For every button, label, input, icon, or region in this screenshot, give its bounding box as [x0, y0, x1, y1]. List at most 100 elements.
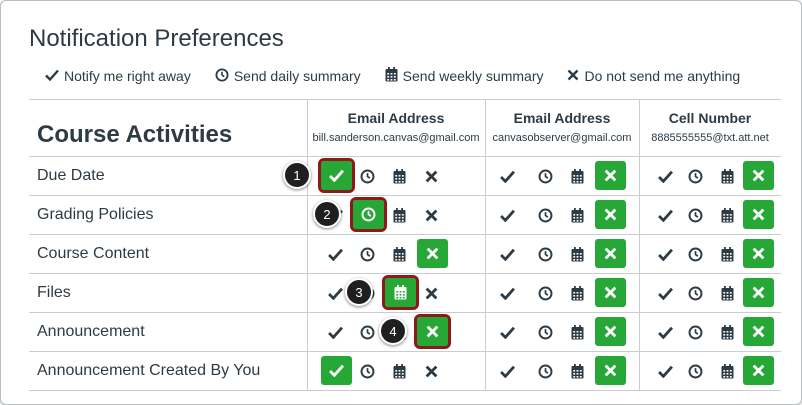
- calendar-icon[interactable]: [568, 245, 586, 263]
- clock-icon[interactable]: [358, 167, 376, 185]
- row-label: Announcement Created By You: [37, 362, 261, 379]
- row-label: Announcement: [37, 323, 145, 340]
- preferences-table: Course Activities Email Address bill.san…: [29, 99, 781, 391]
- clock-icon[interactable]: [536, 245, 554, 263]
- check-icon[interactable]: [498, 167, 516, 185]
- calendar-icon[interactable]: [568, 167, 586, 185]
- option-never-selected-button[interactable]: [743, 356, 774, 385]
- column-address: 8885555555@txt.att.net: [651, 132, 769, 144]
- check-icon[interactable]: [498, 323, 516, 341]
- calendar-icon[interactable]: [718, 362, 736, 380]
- option-never-selected-button[interactable]: [743, 200, 774, 229]
- legend-label: Do not send me anything: [584, 68, 741, 84]
- calendar-icon[interactable]: [718, 323, 736, 341]
- table-body: Due Date Grading Policies Course Content Fi…: [29, 157, 781, 391]
- option-never-selected-button[interactable]: [743, 161, 774, 190]
- option-immediate-selected-button[interactable]: [318, 158, 355, 193]
- calendar-icon[interactable]: [568, 206, 586, 224]
- clock-icon[interactable]: [358, 323, 376, 341]
- option-never-selected-button[interactable]: [595, 317, 626, 346]
- row-label: Files: [37, 284, 71, 301]
- clock-icon: [215, 68, 234, 85]
- clock-icon[interactable]: [536, 167, 554, 185]
- clock-icon[interactable]: [686, 245, 704, 263]
- calendar-icon[interactable]: [568, 284, 586, 302]
- calendar-icon[interactable]: [568, 323, 586, 341]
- clock-icon[interactable]: [686, 206, 704, 224]
- calendar-icon[interactable]: [390, 167, 408, 185]
- option-never-selected-button[interactable]: [595, 278, 626, 307]
- check-icon: [45, 68, 64, 84]
- option-never-selected-button[interactable]: [743, 278, 774, 307]
- column-title: Email Address: [347, 110, 445, 126]
- row-label: Grading Policies: [37, 206, 154, 223]
- table-row: Due Date: [29, 157, 781, 196]
- callout-marker: 3: [345, 278, 373, 306]
- calendar-icon[interactable]: [568, 362, 586, 380]
- x-icon[interactable]: [422, 167, 440, 185]
- legend-label: Send weekly summary: [402, 68, 544, 84]
- calendar-icon[interactable]: [390, 206, 408, 224]
- check-icon[interactable]: [656, 284, 674, 302]
- clock-icon[interactable]: [536, 206, 554, 224]
- x-icon[interactable]: [422, 206, 440, 224]
- option-never-selected-button[interactable]: [743, 317, 774, 346]
- callout-marker: 1: [283, 161, 311, 189]
- option-never-selected-button[interactable]: [743, 239, 774, 268]
- option-immediate-selected-button[interactable]: [321, 356, 352, 385]
- check-icon[interactable]: [656, 167, 674, 185]
- clock-icon[interactable]: [686, 362, 704, 380]
- option-never-selected-button[interactable]: [595, 200, 626, 229]
- check-icon[interactable]: [326, 323, 344, 341]
- check-icon[interactable]: [498, 284, 516, 302]
- column-divider: [485, 100, 486, 391]
- clock-icon[interactable]: [358, 245, 376, 263]
- option-weekly-selected-button[interactable]: [382, 275, 419, 310]
- option-never-selected-button[interactable]: [417, 239, 448, 268]
- calendar-icon[interactable]: [718, 206, 736, 224]
- option-never-selected-button[interactable]: [595, 239, 626, 268]
- check-icon[interactable]: [656, 323, 674, 341]
- legend: Notify me right away Send daily summary …: [45, 67, 764, 85]
- table-row: Announcement Created By You: [29, 352, 781, 391]
- calendar-icon[interactable]: [390, 362, 408, 380]
- check-icon[interactable]: [326, 284, 344, 302]
- clock-icon[interactable]: [536, 362, 554, 380]
- legend-label: Notify me right away: [64, 68, 191, 84]
- option-never-selected-button[interactable]: [595, 161, 626, 190]
- section-title: Course Activities: [37, 121, 233, 148]
- table-row: Files: [29, 274, 781, 313]
- check-icon[interactable]: [498, 362, 516, 380]
- option-daily-selected-button[interactable]: [350, 197, 387, 232]
- row-label: Course Content: [37, 245, 150, 262]
- legend-label: Send daily summary: [233, 68, 361, 84]
- clock-icon[interactable]: [536, 323, 554, 341]
- check-icon[interactable]: [498, 206, 516, 224]
- option-never-selected-button[interactable]: [414, 314, 451, 349]
- option-never-selected-button[interactable]: [595, 356, 626, 385]
- calendar-icon[interactable]: [718, 245, 736, 263]
- check-icon[interactable]: [326, 245, 344, 263]
- clock-icon[interactable]: [686, 323, 704, 341]
- clock-icon[interactable]: [358, 362, 376, 380]
- column-header-email-2: Email Address canvasobserver@gmail.com: [485, 110, 639, 144]
- page-title: Notification Preferences: [29, 25, 284, 52]
- x-icon[interactable]: [422, 362, 440, 380]
- column-title: Email Address: [513, 110, 611, 126]
- calendar-icon[interactable]: [390, 245, 408, 263]
- calendar-icon[interactable]: [718, 167, 736, 185]
- table-row: Grading Policies: [29, 196, 781, 235]
- clock-icon[interactable]: [536, 284, 554, 302]
- check-icon[interactable]: [498, 245, 516, 263]
- column-divider: [639, 100, 640, 391]
- check-icon[interactable]: [656, 245, 674, 263]
- check-icon[interactable]: [656, 206, 674, 224]
- calendar-icon[interactable]: [718, 284, 736, 302]
- row-label: Due Date: [37, 167, 105, 184]
- x-icon[interactable]: [422, 284, 440, 302]
- callout-marker: 2: [313, 200, 341, 228]
- clock-icon[interactable]: [686, 284, 704, 302]
- legend-item-daily: Send daily summary: [215, 67, 361, 85]
- clock-icon[interactable]: [686, 167, 704, 185]
- check-icon[interactable]: [656, 362, 674, 380]
